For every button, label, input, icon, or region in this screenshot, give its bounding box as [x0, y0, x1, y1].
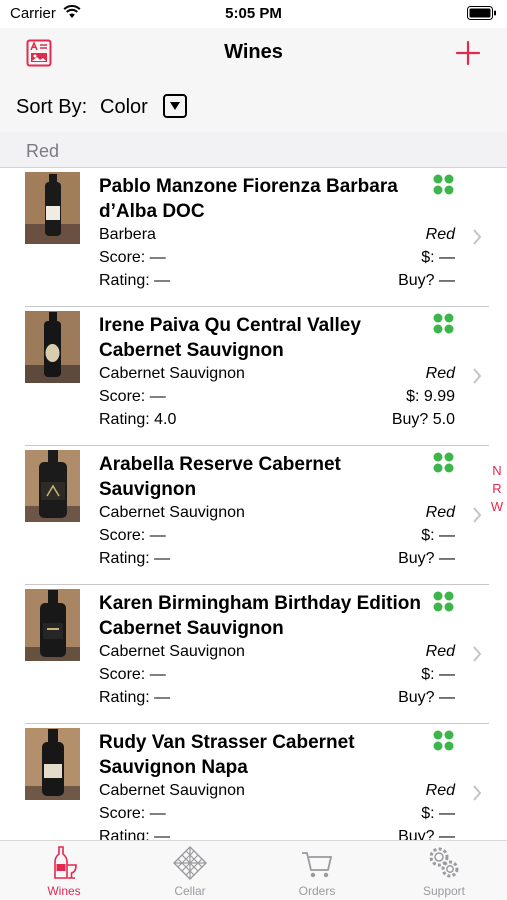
- wine-buy: Buy? —: [398, 272, 455, 289]
- wine-list[interactable]: Pablo Manzone Fiorenza Barbara d’Alba DO…: [0, 168, 507, 840]
- wine-buy: Buy? —: [398, 828, 455, 840]
- dots-icon: [433, 452, 454, 473]
- wine-row[interactable]: Pablo Manzone Fiorenza Barbara d’Alba DO…: [0, 168, 507, 307]
- tab-bar: Wines Cellar Orders Support: [0, 840, 507, 900]
- tab-orders[interactable]: Orders: [254, 841, 380, 900]
- sort-label: Sort By:: [16, 96, 88, 118]
- wine-price: $: —: [421, 249, 455, 266]
- wine-score: Score: —: [99, 805, 166, 822]
- chevron-right-icon: [473, 229, 482, 245]
- wine-varietal: Cabernet Sauvignon: [99, 365, 245, 382]
- wine-rating: Rating: —: [99, 689, 171, 706]
- section-index[interactable]: N R W: [489, 462, 505, 516]
- wine-varietal: Cabernet Sauvignon: [99, 504, 245, 521]
- wine-score: Score: —: [99, 249, 166, 266]
- wine-rating: Rating: —: [99, 828, 171, 840]
- tab-cellar[interactable]: Cellar: [127, 841, 253, 900]
- index-letter-n[interactable]: N: [489, 462, 505, 480]
- wine-thumbnail: [25, 450, 80, 522]
- wine-rating: Rating: —: [99, 272, 171, 289]
- wine-row[interactable]: Karen Birmingham Birthday Edition Cabern…: [0, 585, 507, 724]
- cart-icon: [302, 852, 333, 878]
- tab-wines[interactable]: Wines: [1, 841, 127, 900]
- tab-support[interactable]: Support: [381, 841, 507, 900]
- chevron-right-icon: [473, 785, 482, 801]
- wine-price: $: —: [421, 666, 455, 683]
- wine-price: $: 9.99: [406, 388, 455, 405]
- section-title: Red: [26, 141, 60, 161]
- section-header: Red: [0, 132, 507, 168]
- dots-icon: [433, 730, 454, 751]
- chevron-right-icon: [473, 368, 482, 384]
- index-letter-r[interactable]: R: [489, 480, 505, 498]
- wine-rating: Rating: 4.0: [99, 411, 177, 428]
- wine-thumbnail: [25, 172, 80, 244]
- wine-varietal: Cabernet Sauvignon: [99, 643, 245, 660]
- sort-bar: Sort By: Color: [0, 80, 507, 132]
- tab-label: Support: [422, 884, 466, 898]
- wine-name: Karen Birmingham Birthday Edition Cabern…: [99, 593, 421, 639]
- wine-price: $: —: [421, 805, 455, 822]
- wine-varietal: Cabernet Sauvignon: [99, 782, 245, 799]
- chevron-right-icon: [473, 507, 482, 523]
- tab-label: Wines: [47, 884, 81, 898]
- dots-icon: [433, 174, 454, 195]
- wine-name: Arabella Reserve Cabernet Sauvignon: [99, 454, 341, 500]
- wine-color: Red: [425, 365, 455, 382]
- wine-thumbnail: [25, 311, 80, 383]
- wine-varietal: Barbera: [99, 226, 156, 243]
- wine-color: Red: [425, 643, 455, 660]
- status-bar: Carrier 5:05 PM: [0, 0, 507, 28]
- wine-bottle-glass-icon: [54, 846, 77, 879]
- sort-dropdown-icon[interactable]: [163, 94, 187, 118]
- cellar-rack-icon: [173, 846, 207, 880]
- wine-buy: Buy? 5.0: [391, 411, 455, 428]
- wine-name: Pablo Manzone Fiorenza Barbara d’Alba DO…: [99, 176, 398, 222]
- dots-icon: [433, 591, 454, 612]
- wine-row[interactable]: Irene Paiva Qu Central Valley Cabernet S…: [0, 307, 507, 446]
- wine-thumbnail: [25, 589, 80, 661]
- clock: 5:05 PM: [225, 5, 282, 22]
- add-wine-button[interactable]: [452, 37, 484, 69]
- index-letter-w[interactable]: W: [489, 498, 505, 516]
- wine-name: Rudy Van Strasser Cabernet Sauvignon Nap…: [99, 732, 355, 778]
- wine-color: Red: [425, 226, 455, 243]
- wine-price: $: —: [421, 527, 455, 544]
- tab-label: Cellar: [174, 884, 206, 898]
- wine-buy: Buy? —: [398, 550, 455, 567]
- wine-row[interactable]: Arabella Reserve Cabernet Sauvignon Cabe…: [0, 446, 507, 585]
- wine-score: Score: —: [99, 666, 166, 683]
- chevron-right-icon: [473, 646, 482, 662]
- wine-score: Score: —: [99, 527, 166, 544]
- wine-name: Irene Paiva Qu Central Valley Cabernet S…: [99, 315, 361, 361]
- sort-value[interactable]: Color: [100, 96, 148, 119]
- wine-color: Red: [425, 782, 455, 799]
- page-title: Wines: [224, 41, 283, 63]
- wine-rating: Rating: —: [99, 550, 171, 567]
- wine-color: Red: [425, 504, 455, 521]
- wine-score: Score: —: [99, 388, 166, 405]
- gears-icon: [429, 847, 459, 878]
- wine-buy: Buy? —: [398, 689, 455, 706]
- navigation-bar: Wines: [0, 28, 507, 80]
- wine-row[interactable]: Rudy Van Strasser Cabernet Sauvignon Nap…: [0, 724, 507, 840]
- wine-thumbnail: [25, 728, 80, 800]
- battery-icon: [467, 6, 496, 20]
- dots-icon: [433, 313, 454, 334]
- tab-label: Orders: [298, 884, 336, 898]
